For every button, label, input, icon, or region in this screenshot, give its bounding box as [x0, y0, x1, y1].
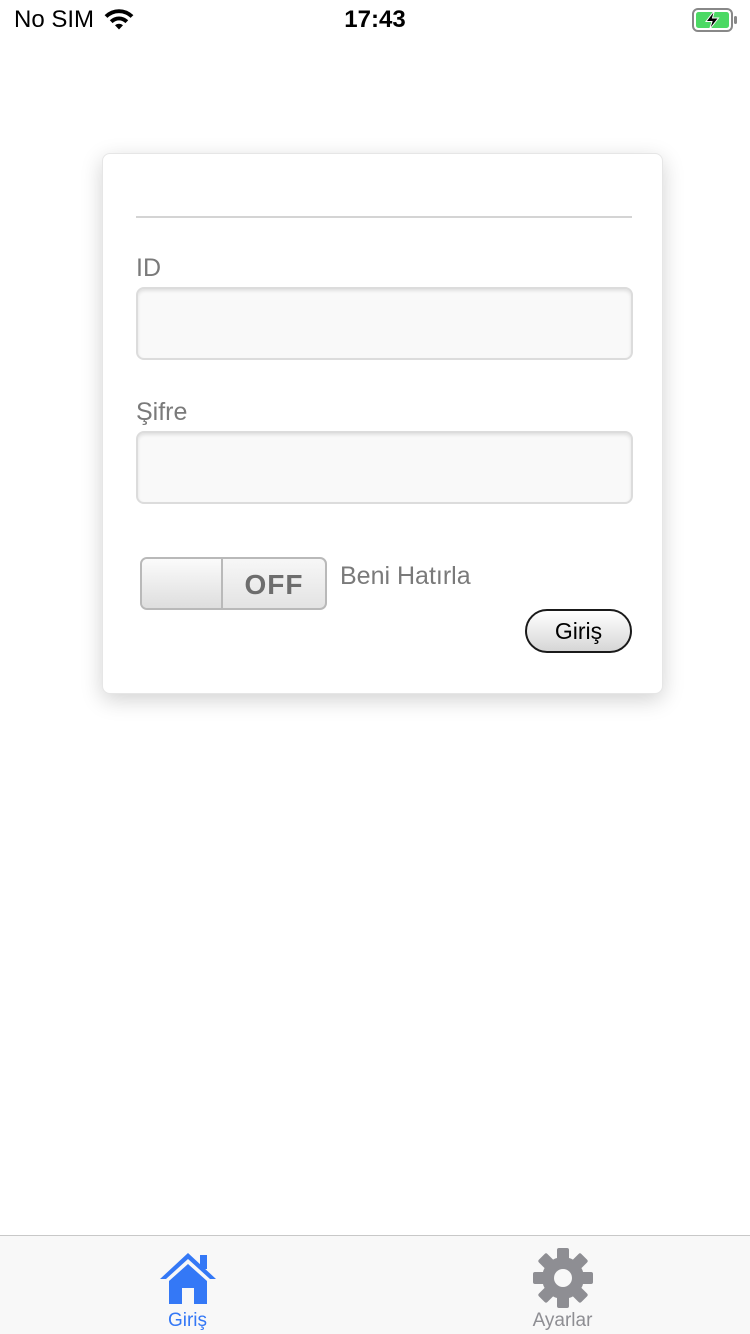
tab-login[interactable]: Giriş	[0, 1236, 375, 1334]
password-label: Şifre	[136, 398, 188, 426]
tab-login-label: Giriş	[167, 1310, 208, 1331]
toggle-state-label: OFF	[244, 569, 304, 600]
tab-bar: Giriş Ayarlar	[0, 1235, 750, 1334]
tab-settings[interactable]: Ayarlar	[375, 1236, 750, 1334]
battery-icon	[692, 8, 737, 32]
login-button[interactable]: Giriş	[525, 609, 632, 653]
login-card: ID Şifre OFF Beni Hatırla Giriş	[102, 153, 663, 694]
id-label: ID	[136, 254, 161, 282]
tab-settings-label: Ayarlar	[532, 1310, 593, 1331]
remember-me-label: Beni Hatırla	[340, 562, 471, 590]
gear-icon	[532, 1248, 593, 1308]
toggle-knob	[142, 559, 223, 608]
password-input[interactable]	[136, 431, 633, 504]
home-icon	[159, 1253, 216, 1304]
card-divider	[136, 216, 632, 218]
clock: 17:43	[344, 6, 406, 33]
id-input[interactable]	[136, 287, 633, 360]
remember-me-toggle[interactable]: OFF	[140, 557, 327, 610]
status-bar: No SIM 17:43	[0, 0, 750, 40]
